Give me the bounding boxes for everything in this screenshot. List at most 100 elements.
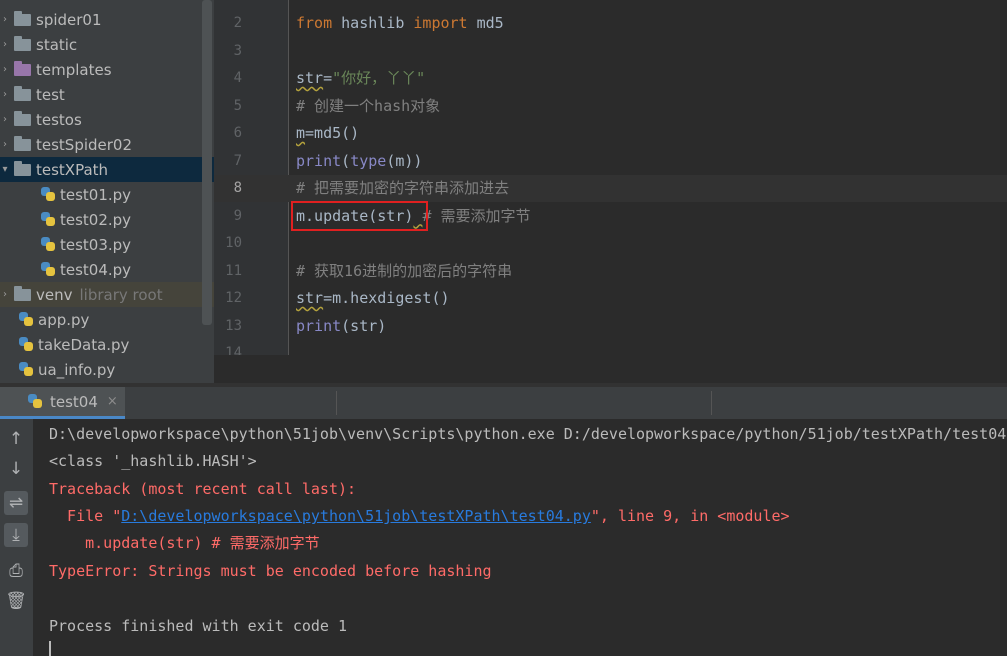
project-tree: › spider01 › static › templates › test › testos › t…: [0, 0, 214, 383]
code-text: from hashlib import md5: [296, 10, 504, 37]
line-number: 10: [225, 235, 242, 251]
traceback-file-prefix: File ": [49, 507, 122, 525]
tree-item-label: testos: [36, 110, 82, 129]
tree-item[interactable]: takeData.py: [0, 332, 214, 357]
code-token: # 需要添加字节: [422, 206, 531, 225]
line-number: 12: [225, 290, 242, 306]
chevron-right-icon[interactable]: ›: [0, 64, 10, 75]
code-token: hashlib: [332, 14, 414, 32]
chevron-right-icon[interactable]: ›: [0, 89, 10, 100]
code-line: 11 # 获取16进制的加密后的字符串: [214, 258, 1007, 285]
code-token: print: [296, 151, 342, 170]
tree-item[interactable]: › venv library root: [0, 282, 214, 307]
chevron-right-icon[interactable]: ›: [0, 39, 10, 50]
tree-item[interactable]: test01.py: [0, 182, 214, 207]
code-text: # 创建一个hash对象: [296, 93, 440, 120]
scroll-down-icon[interactable]: ↓: [4, 457, 28, 481]
tree-item[interactable]: test03.py: [0, 232, 214, 257]
tree-item-label: testXPath: [36, 160, 109, 179]
chevron-down-icon[interactable]: ▾: [0, 164, 10, 175]
code-token: from: [296, 14, 333, 32]
code-token: md5: [467, 14, 504, 32]
tree-item[interactable]: › test: [0, 82, 214, 107]
code-editor[interactable]: 2 from hashlib import md5 3 4 str="你好，丫丫" 5 # …: [214, 0, 1007, 383]
code-token: # 获取16进制的加密后的字符串: [296, 261, 513, 280]
code-text: # 获取16进制的加密后的字符串: [296, 258, 512, 285]
tree-item[interactable]: test04.py: [0, 257, 214, 282]
line-number: 6: [233, 125, 242, 141]
tree-item-label: static: [36, 35, 78, 54]
toolbar-divider: [336, 391, 337, 415]
folder-icon: [14, 160, 31, 176]
chevron-right-icon[interactable]: ›: [0, 289, 10, 300]
code-token: # 创建一个hash对象: [296, 96, 441, 115]
line-number: 7: [233, 152, 242, 169]
code-token: m: [296, 124, 306, 142]
code-text: print(str): [296, 313, 386, 340]
code-token: (m)): [386, 151, 423, 170]
line-number: 2: [233, 15, 242, 31]
tree-item[interactable]: ua_info.py: [0, 357, 214, 382]
run-console[interactable]: D:\developworkspace\python\51job\venv\Sc…: [33, 419, 1007, 656]
tree-item[interactable]: › static: [0, 32, 214, 57]
tree-item-label: takeData.py: [38, 335, 130, 354]
code-token: "你好，丫丫": [332, 69, 426, 87]
scroll-up-icon[interactable]: ↑: [4, 427, 28, 451]
line-number: 8: [233, 180, 242, 196]
tree-item[interactable]: › templates: [0, 57, 214, 82]
tree-item[interactable]: › testSpider02: [0, 132, 214, 157]
python-file-icon: [18, 311, 34, 328]
print-icon[interactable]: ⎙: [4, 559, 28, 583]
close-icon[interactable]: ×: [107, 394, 118, 409]
code-line: 2 from hashlib import md5: [214, 10, 1007, 37]
library-root-label: library root: [79, 285, 163, 304]
soft-wrap-icon[interactable]: ⇌: [4, 491, 28, 515]
chevron-right-icon[interactable]: ›: [0, 14, 10, 25]
console-command-line: D:\developworkspace\python\51job\venv\Sc…: [49, 425, 1007, 443]
tree-item-label: ua_info.py: [38, 360, 116, 379]
chevron-right-icon[interactable]: ›: [0, 114, 10, 125]
tree-item-label: app.py: [38, 310, 90, 329]
code-line: 5 # 创建一个hash对象: [214, 93, 1007, 120]
run-tab-bar: test04 ×: [0, 387, 1007, 420]
tree-item-label: spider01: [36, 10, 102, 29]
code-text: str=m.hexdigest(): [296, 285, 450, 312]
folder-icon: [14, 35, 31, 51]
code-line: 10: [214, 230, 1007, 257]
code-token: (: [341, 151, 351, 170]
tree-item[interactable]: › testos: [0, 107, 214, 132]
code-line: 8 # 把需要加密的字符串添加进去: [214, 175, 1007, 202]
chevron-right-icon[interactable]: ›: [0, 139, 10, 150]
tree-item[interactable]: ▾ testXPath: [0, 157, 214, 182]
code-line: 13 print(str): [214, 313, 1007, 340]
code-line: 12 str=m.hexdigest(): [214, 285, 1007, 312]
code-token: =m.hexdigest(): [323, 289, 450, 307]
folder-icon: [14, 285, 31, 301]
code-line: 4 str="你好，丫丫": [214, 65, 1007, 92]
line-number: 9: [233, 207, 242, 224]
code-token: str: [296, 69, 324, 87]
tree-item-label: templates: [36, 60, 112, 79]
traceback-file-link[interactable]: D:\developworkspace\python\51job\testXPa…: [121, 507, 591, 525]
tree-item-label: test04.py: [60, 260, 132, 279]
console-toolbar: ↑ ↓ ⇌ ⤓ ⎙ 🗑: [0, 419, 33, 656]
tree-item[interactable]: › spider01: [0, 7, 214, 32]
tree-scrollbar[interactable]: [202, 0, 212, 325]
code-token: =md5(): [305, 124, 360, 142]
scroll-to-end-icon[interactable]: ⤓: [4, 523, 28, 547]
python-file-icon: [18, 336, 34, 353]
python-file-icon: [40, 186, 56, 203]
tree-item[interactable]: test02.py: [0, 207, 214, 232]
tab-test04[interactable]: test04 ×: [0, 387, 125, 419]
console-traceback-file: File "D:\developworkspace\python\51job\t…: [49, 503, 790, 530]
code-token: =: [323, 69, 333, 87]
trash-icon[interactable]: 🗑: [4, 589, 28, 613]
folder-icon: [14, 10, 31, 26]
highlight-box: [291, 201, 428, 231]
code-token: print: [296, 316, 342, 335]
tree-item[interactable]: app.py: [0, 307, 214, 332]
line-number: 4: [233, 70, 242, 86]
run-tab-label: test04: [50, 392, 98, 411]
console-exit-status: Process finished with exit code 1: [49, 617, 348, 635]
line-number: 3: [233, 42, 242, 59]
